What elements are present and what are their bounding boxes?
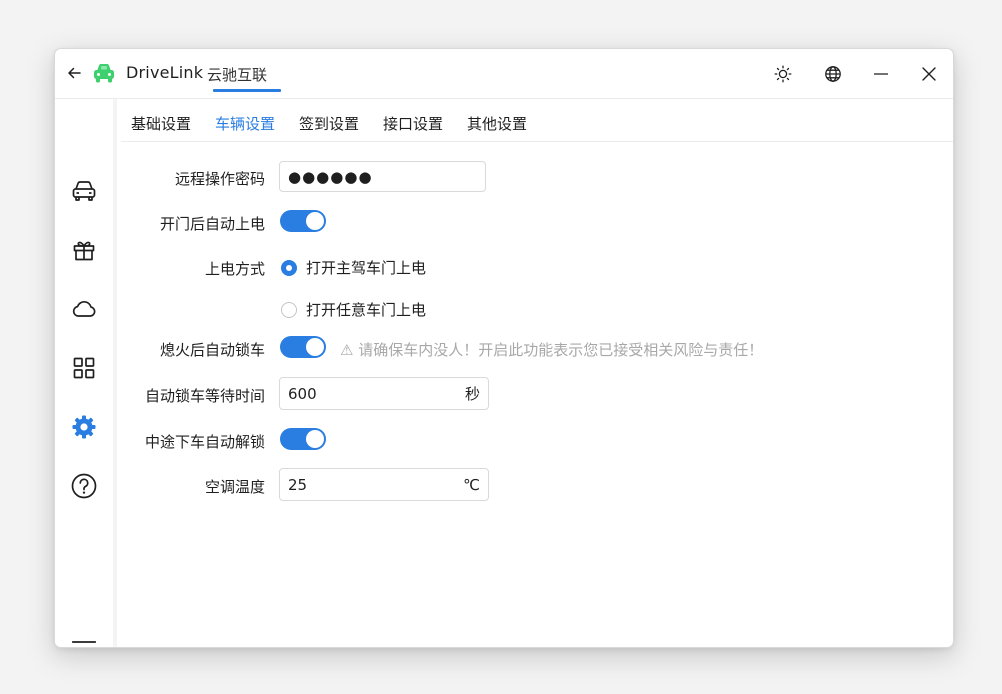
auto-lock-after-off-label: 熄火后自动锁车 — [159, 341, 265, 359]
auto-lock-wait-label: 自动锁车等待时间 — [144, 387, 265, 405]
car-icon — [72, 181, 96, 201]
app-name: DriveLink — [126, 63, 204, 82]
minimize-button[interactable] — [869, 62, 893, 86]
auto-unlock-midway-label: 中途下车自动解锁 — [144, 433, 265, 451]
toggle-knob — [306, 430, 324, 448]
power-mode-option-driver-door[interactable]: 打开主驾车门上电 — [281, 257, 426, 278]
sidebar-item-vehicle[interactable] — [70, 177, 98, 205]
sidebar-item-settings[interactable] — [70, 413, 98, 441]
tab-basic-settings[interactable]: 基础设置 — [131, 113, 191, 134]
app-subname: 云驰互联 — [207, 66, 268, 84]
auto-unlock-midway-toggle[interactable] — [280, 428, 326, 450]
remote-password-input[interactable]: ●●●●●● — [279, 161, 486, 192]
power-on-after-open-toggle[interactable] — [280, 210, 326, 232]
cloud-icon — [72, 300, 96, 317]
close-icon — [922, 67, 936, 81]
sidebar-item-help[interactable] — [70, 472, 98, 500]
ac-temperature-label: 空调温度 — [204, 478, 265, 496]
sun-icon — [774, 65, 792, 83]
settings-tabs: 基础设置 车辆设置 签到设置 接口设置 其他设置 — [121, 99, 953, 142]
power-mode-option-label: 打开任意车门上电 — [306, 301, 427, 319]
auto-lock-wait-input[interactable]: 600 秒 — [279, 377, 489, 410]
ac-temperature-value: 25 — [288, 475, 308, 494]
globe-icon — [825, 66, 841, 82]
radio-selected — [281, 259, 297, 276]
sidebar-item-gift[interactable] — [70, 236, 98, 264]
theme-toggle-button[interactable] — [771, 62, 795, 86]
gear-icon — [72, 415, 96, 439]
tab-checkin-settings[interactable]: 签到设置 — [299, 113, 359, 134]
auto-lock-wait-value: 600 — [288, 384, 317, 403]
tab-api-settings[interactable]: 接口设置 — [383, 113, 443, 134]
back-button[interactable] — [65, 64, 83, 82]
auto-lock-wait-unit: 秒 — [464, 385, 480, 403]
app-window: DriveLink 云驰互联 基础设置 车辆设置 签到设置 接口设置 其他设置 … — [54, 48, 954, 648]
tab-vehicle-settings[interactable]: 车辆设置 — [215, 113, 275, 134]
tab-other-settings[interactable]: 其他设置 — [467, 113, 527, 134]
remote-password-label: 远程操作密码 — [174, 170, 265, 188]
ac-temperature-input[interactable]: 25 ℃ — [279, 468, 489, 501]
gift-icon — [73, 241, 95, 261]
sidebar — [55, 99, 117, 647]
grid-icon — [73, 357, 95, 379]
help-icon — [71, 473, 97, 499]
power-on-after-open-label: 开门后自动上电 — [159, 215, 265, 233]
title-bar: DriveLink 云驰互联 — [55, 49, 953, 99]
remote-password-value: ●●●●●● — [288, 167, 373, 186]
sidebar-item-apps[interactable] — [70, 354, 98, 382]
language-button[interactable] — [821, 62, 845, 86]
minimize-icon — [874, 73, 888, 75]
power-mode-label: 上电方式 — [204, 260, 265, 278]
toggle-knob — [306, 338, 324, 356]
active-tab-indicator — [213, 89, 281, 92]
toggle-knob — [306, 212, 324, 230]
ac-temperature-unit: ℃ — [463, 475, 480, 494]
sidebar-item-cloud[interactable] — [70, 295, 98, 323]
app-logo-icon — [94, 64, 114, 83]
radio-unselected — [281, 301, 297, 318]
auto-lock-warning-text: ⚠ 请确保车内没人！开启此功能表示您已接受相关风险与责任！ — [340, 341, 764, 359]
power-mode-option-label: 打开主驾车门上电 — [306, 259, 427, 277]
arrow-left-icon — [68, 67, 81, 79]
auto-lock-after-off-toggle[interactable] — [280, 336, 326, 358]
power-mode-option-any-door[interactable]: 打开任意车门上电 — [281, 299, 426, 320]
sidebar-collapse-button[interactable] — [70, 637, 98, 647]
menu-collapse-icon — [72, 641, 96, 643]
close-button[interactable] — [917, 62, 941, 86]
